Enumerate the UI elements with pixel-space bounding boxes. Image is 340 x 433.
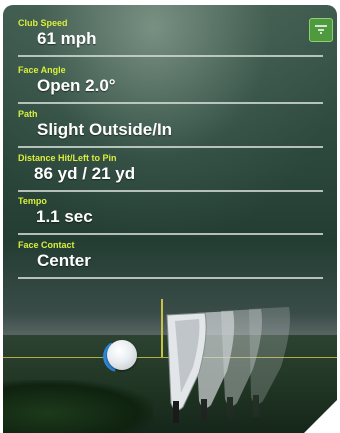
divider <box>18 277 323 279</box>
divider <box>18 190 323 192</box>
metric-label: Tempo <box>18 196 47 206</box>
metric-label: Path <box>18 109 38 119</box>
metric-value: Open 2.0° <box>37 76 116 95</box>
golf-ball-icon <box>107 340 137 370</box>
metric-label: Face Contact <box>18 240 75 250</box>
divider <box>18 233 323 235</box>
golf-club-icon <box>166 307 290 423</box>
swing-analysis-screen: Club Speed 61 mph Face Angle Open 2.0° P… <box>3 5 337 433</box>
metric-value: Center <box>37 251 91 270</box>
metric-value: Slight Outside/In <box>37 120 173 139</box>
divider <box>18 146 323 148</box>
menu-tab-icon[interactable] <box>309 18 333 42</box>
metric-label: Face Angle <box>18 65 66 75</box>
metric-value: 86 yd / 21 yd <box>34 164 136 183</box>
page-curl-corner[interactable] <box>299 400 337 433</box>
divider <box>18 102 323 104</box>
metric-label: Club Speed <box>18 18 68 28</box>
metric-value: 61 mph <box>37 29 97 48</box>
trees-background <box>3 380 153 433</box>
divider <box>18 55 323 57</box>
metric-label: Distance Hit/Left to Pin <box>18 153 117 163</box>
metric-value: 1.1 sec <box>36 207 93 226</box>
